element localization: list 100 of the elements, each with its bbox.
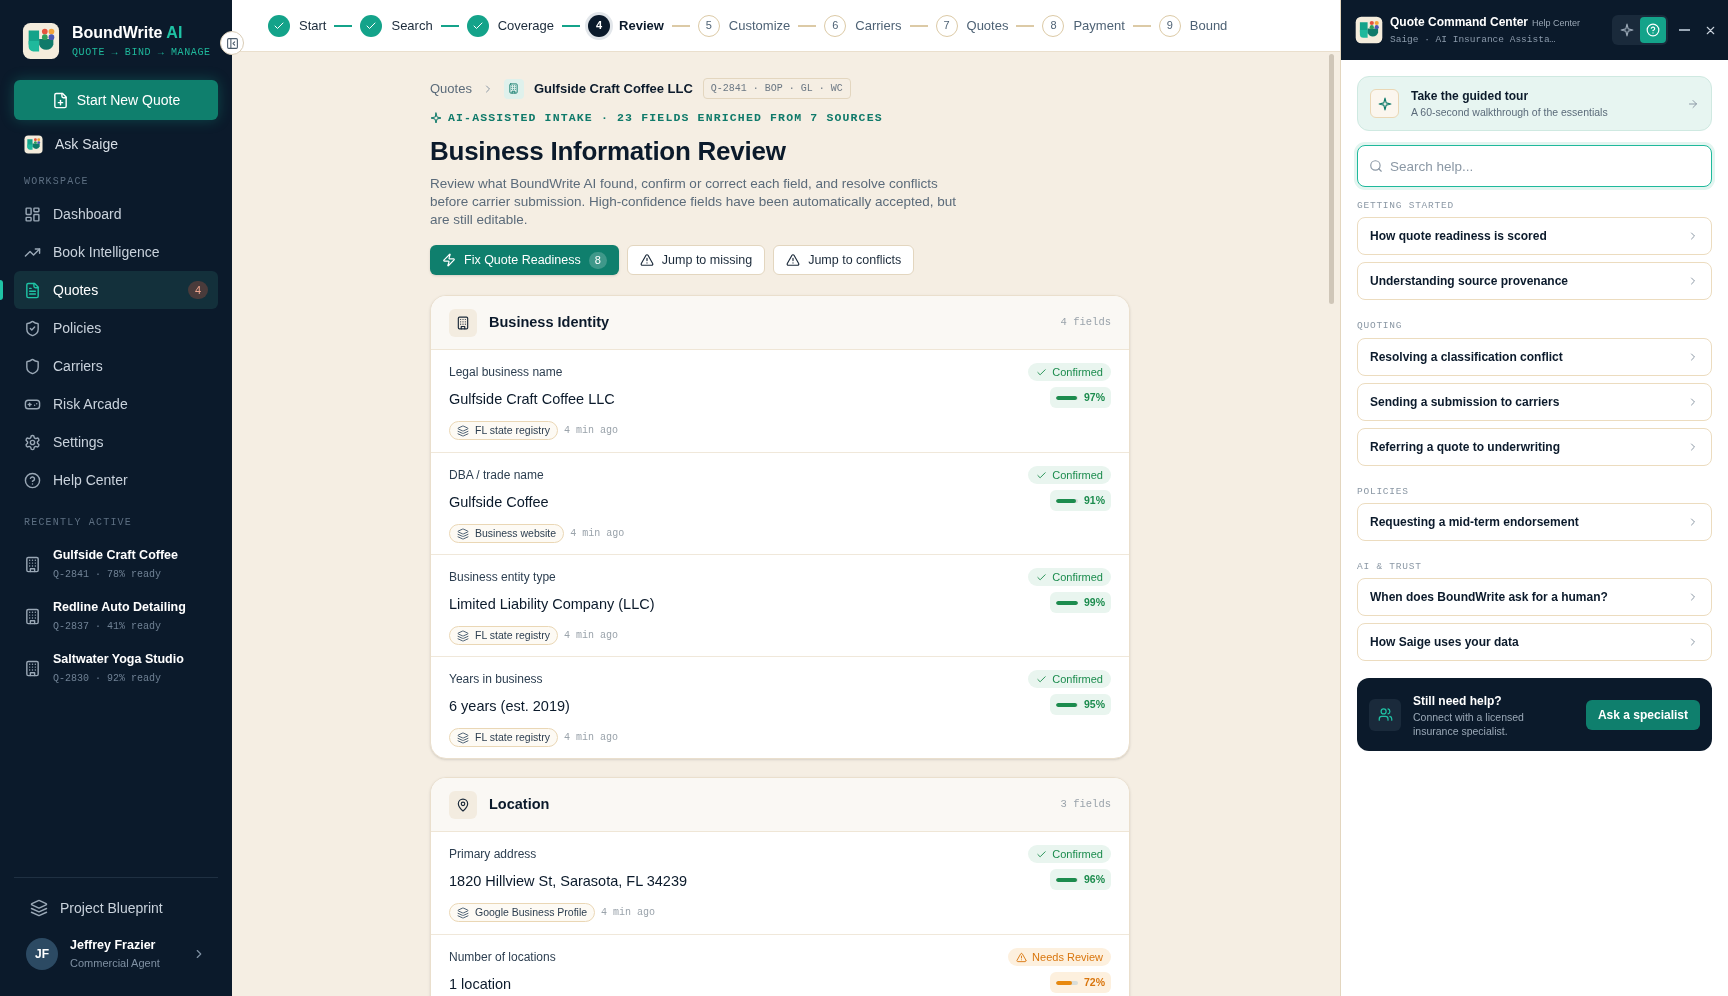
building-icon [24, 555, 41, 573]
help-icon [1646, 23, 1660, 37]
ask-saige-link[interactable]: Ask Saige [14, 126, 218, 162]
building-icon [24, 659, 41, 677]
recent-quote-name: Saltwater Yoga Studio [53, 651, 184, 669]
project-blueprint-link[interactable]: Project Blueprint [14, 890, 218, 926]
specialist-title: Still need help? [1413, 692, 1503, 710]
nav-item[interactable]: Carriers [14, 347, 218, 385]
nav-item[interactable]: Quotes 4 [14, 271, 218, 309]
field-count: 3 fields [1060, 796, 1111, 812]
nav-item[interactable]: Help Center [14, 461, 218, 499]
source-chip[interactable]: FL state registry [449, 728, 558, 747]
nav-item[interactable]: Book Intelligence [14, 233, 218, 271]
help-search-field[interactable]: Search help... [1357, 145, 1712, 187]
recent-quote-item[interactable]: Saltwater Yoga Studio Q-2830 · 92% ready [14, 642, 218, 694]
file-plus-icon [51, 91, 69, 109]
source-time: 4 min ago [563, 629, 618, 643]
recent-quote-meta: Q-2841 · 78% ready [53, 567, 163, 582]
intake-summary: AI-ASSISTED INTAKE · 23 FIELDS ENRICHED FROM 7 SOURCES [448, 110, 883, 126]
field-value: Gulfside Craft Coffee LLC [449, 390, 616, 410]
step[interactable]: 5 Customize [697, 14, 791, 37]
collapse-sidebar-button[interactable] [220, 31, 244, 55]
help-article-link[interactable]: Understanding source provenance [1357, 262, 1712, 301]
field-value: Gulfside Coffee [449, 493, 550, 513]
step[interactable]: 7 Quotes [935, 14, 1009, 37]
help-group-heading: AI & TRUST [1357, 559, 1423, 574]
brand-name: BoundWrite [72, 22, 163, 43]
source-time: 4 min ago [563, 424, 618, 438]
field-label: Business entity type [449, 569, 557, 587]
field-value: Limited Liability Company (LLC) [449, 595, 656, 615]
warning-icon [1016, 951, 1028, 963]
source-time: 4 min ago [570, 527, 625, 541]
help-article-link[interactable]: Requesting a mid-term endorsement [1357, 502, 1712, 541]
field-label: Legal business name [449, 364, 564, 382]
nav-item[interactable]: Policies [14, 309, 218, 347]
check-icon [1036, 469, 1048, 481]
source-chip[interactable]: Business website [449, 524, 565, 543]
panel-title: Quote Command Center [1390, 13, 1528, 31]
recent-quote-item[interactable]: Gulfside Craft Coffee Q-2841 · 78% ready [14, 538, 218, 590]
fix-readiness-button[interactable]: Fix Quote Readiness 8 [430, 245, 619, 276]
source-chip[interactable]: FL state registry [449, 626, 558, 645]
confidence-reading: 72% [1084, 974, 1105, 990]
help-article-link[interactable]: Referring a quote to underwriting [1357, 427, 1712, 466]
help-group-heading: QUOTING [1357, 319, 1404, 334]
status-badge: Confirmed [1028, 363, 1111, 382]
brand-tagline: QUOTE → BIND → MANAGE [72, 45, 211, 60]
ask-specialist-button[interactable]: Ask a specialist [1585, 699, 1700, 730]
start-quote-button[interactable]: Start New Quote [14, 80, 218, 120]
step[interactable]: Coverage [466, 14, 555, 37]
source-chip[interactable]: Google Business Profile [449, 903, 596, 922]
step[interactable]: Search [360, 14, 433, 37]
check-icon [1036, 366, 1048, 378]
step[interactable]: Start [268, 14, 327, 37]
building-icon [24, 607, 41, 625]
nav-item[interactable]: Settings [14, 423, 218, 461]
nav-item[interactable]: Dashboard [14, 195, 218, 233]
help-article-link[interactable]: How quote readiness is scored [1357, 217, 1712, 256]
breadcrumb-current: Gulfside Craft Coffee LLC [533, 79, 693, 98]
guided-tour-card[interactable]: Take the guided tour A 60-second walkthrough of the essentials [1357, 76, 1712, 131]
confidence-reading: 99% [1084, 594, 1105, 610]
nav-item[interactable]: Risk Arcade [14, 385, 218, 423]
quote-tag: Q-2841 · BOP · GL · WC [702, 78, 851, 99]
jump-button[interactable]: Jump to missing [626, 245, 766, 276]
logo-icon [22, 22, 60, 60]
field-count: 4 fields [1060, 314, 1111, 330]
recent-quote-meta: Q-2830 · 92% ready [53, 671, 163, 686]
recent-quote-meta: Q-2837 · 41% ready [53, 619, 163, 634]
user-name: Jeffrey Frazier [70, 937, 157, 955]
user-profile[interactable]: JF Jeffrey Frazier Commercial Agent [14, 932, 218, 976]
field-value: 1820 Hillview St, Sarasota, FL 34239 [449, 872, 689, 892]
status-badge: Confirmed [1028, 568, 1111, 587]
step-number: 4 [588, 14, 611, 37]
section-title: Business Identity [489, 312, 611, 332]
help-article-link[interactable]: Resolving a classification conflict [1357, 337, 1712, 376]
active-indicator [0, 280, 3, 300]
jump-button[interactable]: Jump to conflicts [773, 245, 915, 276]
help-icon [24, 471, 41, 489]
source-chip[interactable]: FL state registry [449, 421, 558, 440]
layers-icon [457, 731, 469, 744]
help-article-link[interactable]: How Saige uses your data [1357, 623, 1712, 661]
brand-accent: AI [166, 22, 183, 43]
layers-icon [457, 424, 469, 437]
step[interactable]: 9 Bound [1158, 14, 1228, 37]
lightning-icon [442, 253, 456, 268]
help-article-link[interactable]: When does BoundWrite ask for a human? [1357, 578, 1712, 616]
step[interactable]: 4 Review [588, 14, 664, 37]
field-label: Years in business [449, 671, 544, 689]
step[interactable]: 6 Carriers [824, 14, 902, 37]
breadcrumb-link[interactable]: Quotes [430, 78, 472, 99]
confidence-reading: 95% [1084, 696, 1105, 712]
page-title: Business Information Review [430, 135, 787, 169]
step[interactable]: 8 Payment [1042, 14, 1125, 37]
recent-quote-item[interactable]: Redline Auto Detailing Q-2837 · 41% ready [14, 590, 218, 642]
help-mode-button[interactable] [1640, 17, 1666, 43]
section-heading: WORKSPACE [23, 175, 90, 189]
search-icon [1369, 159, 1383, 173]
status-badge: Confirmed [1028, 845, 1111, 864]
scrollbar-thumb[interactable] [1329, 54, 1334, 304]
help-article-link[interactable]: Sending a submission to carriers [1357, 382, 1712, 421]
dashboard-icon [24, 205, 41, 223]
